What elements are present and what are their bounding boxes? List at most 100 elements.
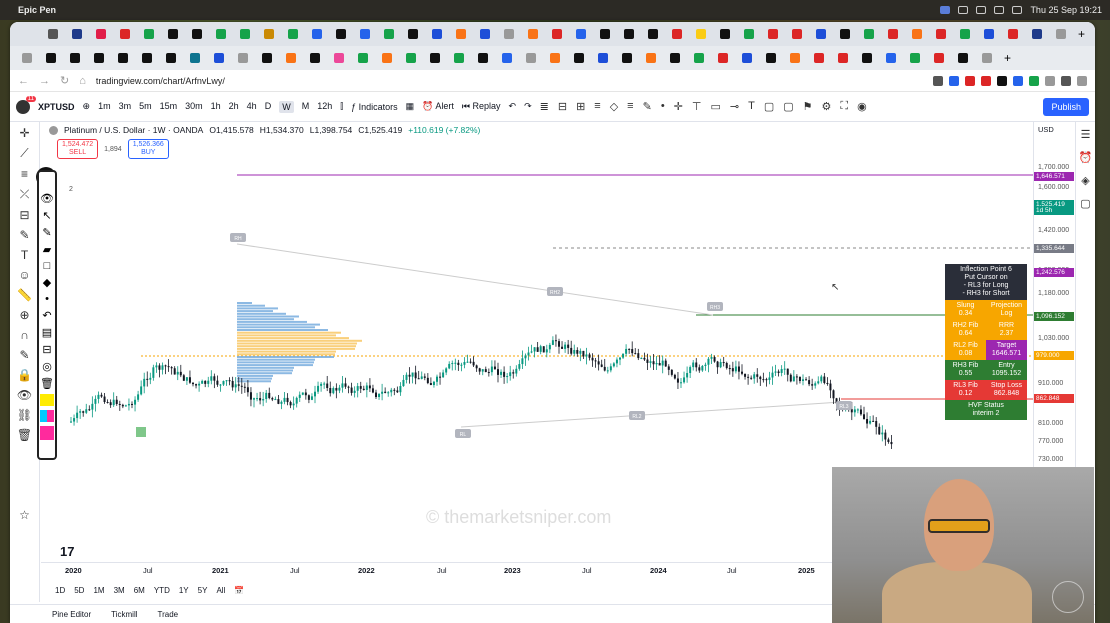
color-pink-swatch[interactable] [40, 426, 54, 440]
layers-icon[interactable]: ◈ [1081, 174, 1089, 187]
brush-icon[interactable]: ✎ [19, 228, 29, 242]
undo-icon[interactable]: ↶ [42, 309, 51, 322]
browser-tab[interactable] [786, 25, 808, 43]
lock-icon[interactable]: 🔒 [17, 368, 32, 382]
cursor-icon[interactable]: ✛ [19, 126, 29, 140]
timeframe-15m[interactable]: 15m [160, 101, 178, 113]
browser-tab[interactable] [810, 25, 832, 43]
new-tab-icon[interactable]: + [1004, 51, 1011, 65]
browser-tab[interactable] [688, 49, 710, 67]
timeframe-30m[interactable]: 30m [185, 101, 203, 113]
range-5D[interactable]: 5D [74, 586, 84, 595]
fib-icon[interactable]: ≡ [21, 167, 28, 181]
browser-tab[interactable] [834, 25, 856, 43]
browser-tab[interactable] [858, 25, 880, 43]
zoom-icon[interactable]: ⊕ [19, 308, 29, 322]
crosshair-icon[interactable]: ✛ [674, 100, 683, 113]
tradingview-logo-icon[interactable]: 17 [60, 544, 74, 559]
browser-tab[interactable] [352, 49, 374, 67]
extension-icon[interactable] [1077, 75, 1087, 86]
new-tab-icon[interactable]: + [1078, 27, 1085, 41]
browser-tab[interactable] [232, 49, 254, 67]
add-symbol-icon[interactable]: ⊕ [83, 101, 91, 112]
eraser-icon[interactable]: ◇ [610, 100, 618, 113]
timeframe-D[interactable]: D [265, 101, 272, 113]
highlighter-icon[interactable]: ▰ [43, 243, 51, 256]
browser-tab[interactable] [1050, 25, 1072, 43]
browser-tab[interactable] [690, 25, 712, 43]
browser-tab[interactable] [666, 25, 688, 43]
shape-icon[interactable]: □ [44, 260, 51, 272]
browser-tab[interactable] [1026, 25, 1048, 43]
range-5Y[interactable]: 5Y [198, 586, 208, 595]
watchlist-icon[interactable]: ☰ [1081, 128, 1091, 141]
status-icon[interactable] [976, 6, 987, 14]
range-1M[interactable]: 1M [93, 586, 104, 595]
active-app-name[interactable]: Epic Pen [18, 5, 56, 15]
extension-icon[interactable] [1029, 75, 1039, 86]
calendar-icon[interactable]: 📅 [234, 586, 244, 595]
browser-tab[interactable] [568, 49, 590, 67]
timeframe-12h[interactable]: 12h [317, 101, 332, 113]
timeframe-5m[interactable]: 5m [139, 101, 152, 113]
browser-tab[interactable] [546, 25, 568, 43]
bottom-tab[interactable]: Pine Editor [52, 610, 91, 619]
browser-tab[interactable] [138, 25, 160, 43]
browser-tab[interactable] [856, 49, 878, 67]
fib-tool-icon[interactable]: ≣ [540, 100, 549, 113]
browser-tab[interactable] [618, 25, 640, 43]
browser-tab[interactable] [402, 25, 424, 43]
browser-tab[interactable] [544, 49, 566, 67]
camera-icon[interactable]: ◉ [857, 100, 867, 113]
pattern-icon[interactable]: ⤫ [20, 187, 30, 202]
timeframe-1h[interactable]: 1h [211, 101, 221, 113]
browser-tab[interactable] [520, 49, 542, 67]
timeframe-3m[interactable]: 3m [119, 101, 132, 113]
browser-tab[interactable] [448, 49, 470, 67]
pitchfork-icon[interactable]: ≡ [594, 100, 600, 113]
extension-icon[interactable] [1013, 75, 1023, 86]
candle-type-icon[interactable]: ⫿ [340, 101, 343, 112]
browser-tab[interactable] [210, 25, 232, 43]
comment-icon[interactable]: ▢ [764, 100, 774, 113]
browser-tab[interactable] [280, 49, 302, 67]
browser-tab[interactable] [40, 49, 62, 67]
pen-icon[interactable]: ✎ [42, 226, 51, 239]
browser-tab[interactable] [978, 25, 1000, 43]
browser-tab[interactable] [282, 25, 304, 43]
range-All[interactable]: All [216, 586, 225, 595]
trash-icon[interactable]: 🗑 [17, 428, 32, 442]
browser-tab[interactable] [496, 49, 518, 67]
browser-tab[interactable] [664, 49, 686, 67]
range-1Y[interactable]: 1Y [179, 586, 189, 595]
browser-tab[interactable] [616, 49, 638, 67]
publish-button[interactable]: Publish [1043, 97, 1089, 116]
browser-tab[interactable] [904, 49, 926, 67]
browser-tab[interactable] [474, 25, 496, 43]
extension-icon[interactable] [1061, 75, 1071, 86]
browser-tab[interactable] [136, 49, 158, 67]
chat-icon[interactable]: ▢ [1080, 197, 1090, 210]
browser-tab[interactable] [906, 25, 928, 43]
eye-icon[interactable]: 👁 [40, 192, 54, 205]
browser-tab[interactable] [712, 49, 734, 67]
browser-tab[interactable] [472, 49, 494, 67]
browser-tab[interactable] [400, 49, 422, 67]
battery-icon[interactable] [994, 6, 1005, 14]
status-icon[interactable] [958, 6, 969, 14]
bottom-tab[interactable]: Trade [158, 610, 179, 619]
grid-tool-icon[interactable]: ⊞ [576, 100, 585, 113]
timeframe-W[interactable]: W [279, 100, 294, 113]
undo-icon[interactable]: ↶ [509, 101, 517, 112]
browser-tab[interactable] [570, 25, 592, 43]
browser-tab[interactable] [952, 49, 974, 67]
browser-tab[interactable] [16, 49, 38, 67]
timeframe-4h[interactable]: 4h [247, 101, 257, 113]
text-icon[interactable]: T [21, 248, 28, 262]
lines-icon[interactable]: ≡ [627, 100, 633, 113]
ruler-icon[interactable]: 📏 [17, 288, 32, 302]
browser-tab[interactable] [928, 49, 950, 67]
browser-tab[interactable] [66, 25, 88, 43]
range-1D[interactable]: 1D [55, 586, 65, 595]
color-yellow-swatch[interactable] [40, 394, 54, 406]
